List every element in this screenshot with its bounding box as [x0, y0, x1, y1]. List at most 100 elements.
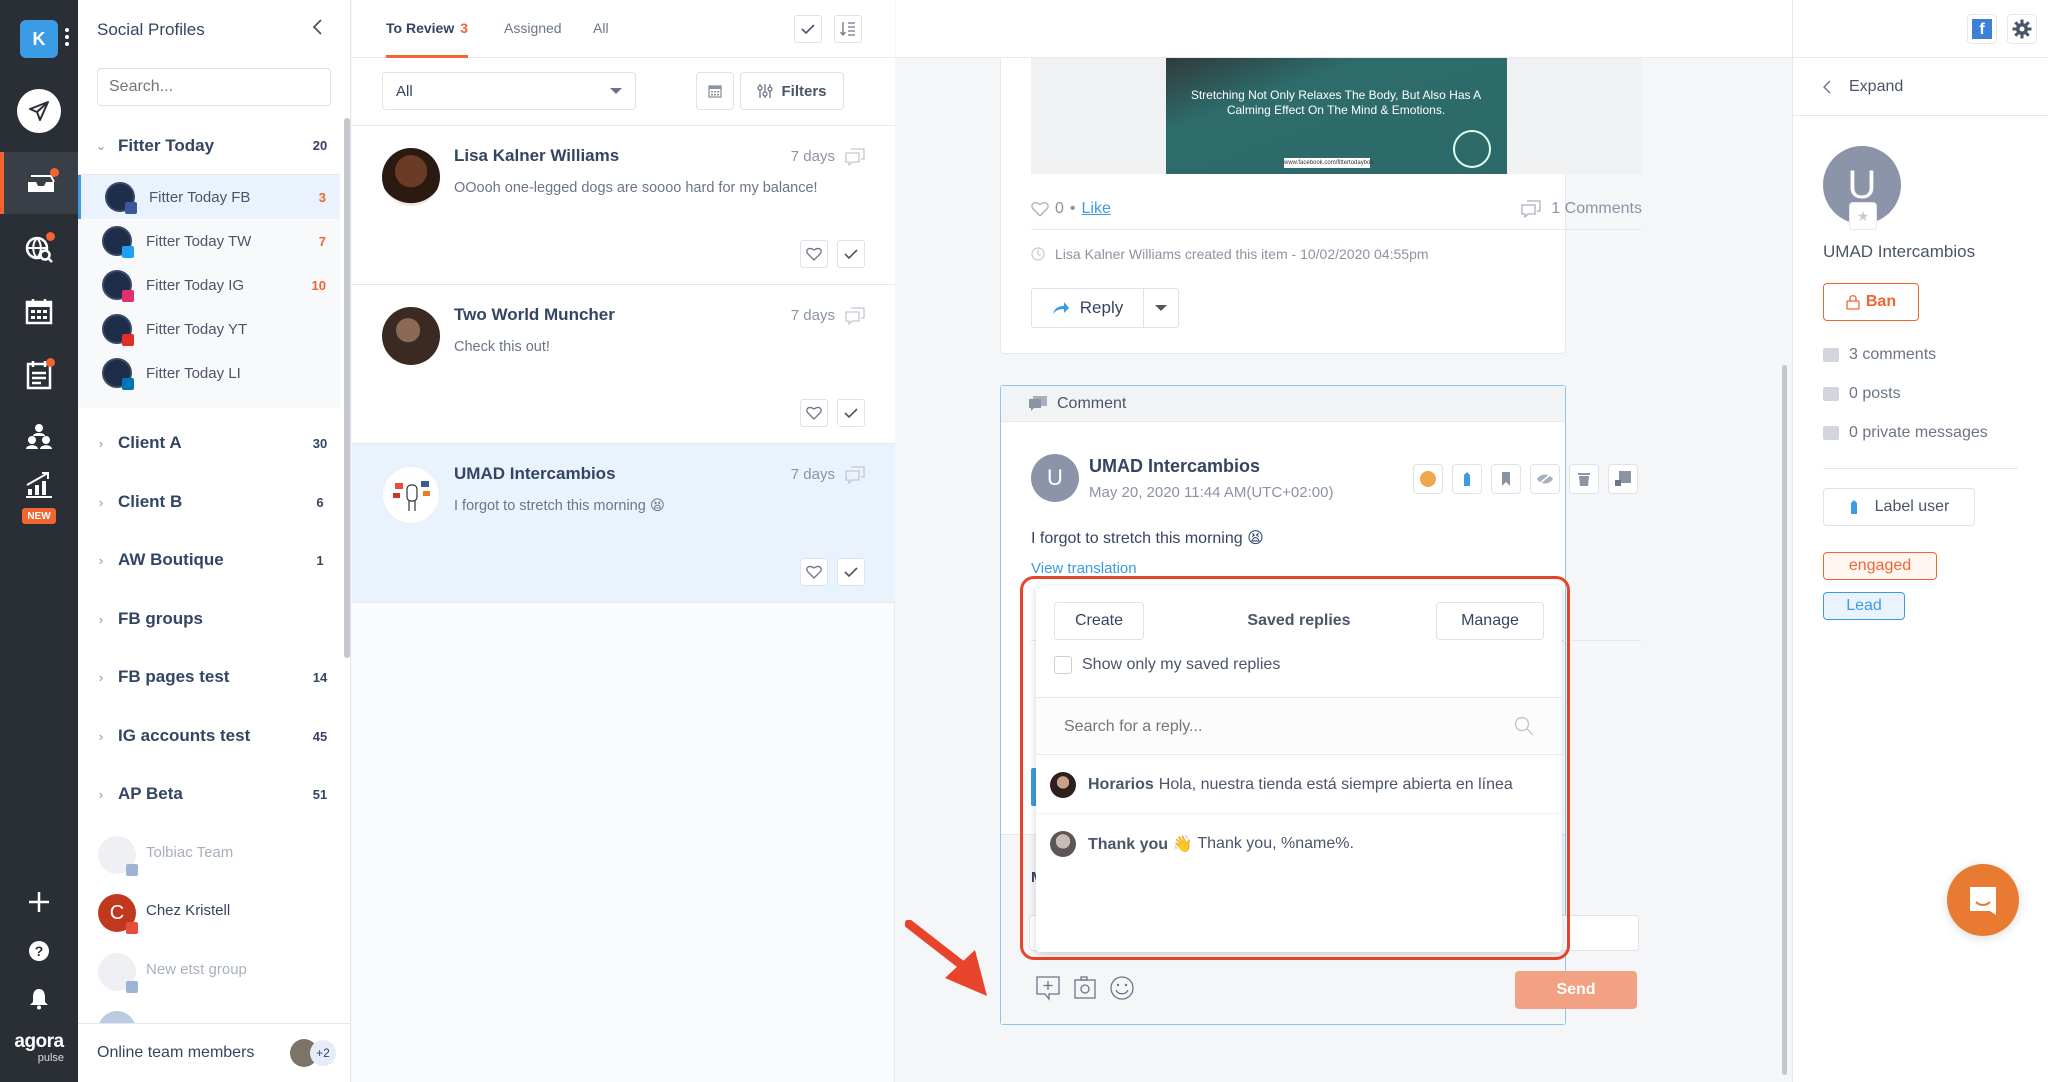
group-item[interactable]: › AP Beta 51 [78, 765, 340, 823]
sidebar-scrollbar[interactable] [344, 118, 350, 658]
view-translation-link[interactable]: View translation [1031, 560, 1137, 577]
profile-item[interactable]: Fitter Today IG 10 [78, 263, 340, 307]
rail-publish[interactable] [0, 80, 78, 142]
inbox-item[interactable]: UMAD Intercambios I forgot to stretch th… [352, 444, 895, 603]
inbox-tabs: To Review 3 Assigned All [352, 0, 895, 58]
profile-item[interactable]: Tolbiac Team [78, 824, 340, 882]
check-icon [844, 567, 858, 578]
chevron-right-icon: › [98, 669, 104, 685]
chat-icon [1970, 887, 1996, 915]
inbox-item[interactable]: Lisa Kalner Williams OOooh one-legged do… [352, 126, 895, 285]
post-image[interactable]: Stretching Not Only Relaxes The Body, Bu… [1166, 58, 1507, 174]
label-button[interactable] [1452, 464, 1482, 494]
profile-item[interactable] [78, 999, 340, 1023]
show-only-mine-checkbox[interactable]: Show only my saved replies [1054, 656, 1280, 674]
saved-reply-search [1036, 697, 1562, 755]
rail-inbox[interactable] [0, 152, 78, 214]
support-chat-button[interactable] [1947, 864, 2019, 936]
like-link[interactable]: Like [1082, 200, 1111, 218]
rail-team[interactable] [0, 406, 78, 468]
label-user-button[interactable]: Label user [1823, 488, 1975, 526]
sort-button[interactable] [834, 15, 862, 43]
sentiment-button[interactable] [1413, 464, 1443, 494]
rail-reports[interactable] [0, 460, 78, 508]
bell-icon[interactable] [29, 988, 49, 1010]
search-icon [1514, 716, 1534, 736]
add-icon[interactable] [27, 890, 51, 914]
label-tag-icon [1464, 472, 1470, 486]
camera-icon[interactable] [1073, 976, 1097, 1000]
account-menu-icon[interactable] [64, 28, 70, 50]
filters-button[interactable]: Filters [740, 72, 844, 110]
check-icon [844, 249, 858, 260]
comment-author-avatar[interactable]: U [1031, 454, 1079, 502]
filter-select[interactable]: All [382, 72, 636, 110]
emoji-icon[interactable] [1109, 975, 1135, 1001]
saved-replies-popup: Saved replies Create Manage Show only my… [1036, 586, 1562, 952]
manage-saved-replies-button[interactable]: Manage [1436, 602, 1544, 640]
comment-author[interactable]: UMAD Intercambios [1089, 456, 1260, 477]
group-item[interactable]: › AW Boutique 1 [78, 531, 340, 589]
linkedin-icon [122, 378, 134, 390]
bookmark-button[interactable] [1491, 464, 1521, 494]
saved-reply-search-input[interactable] [1064, 712, 1484, 742]
saved-reply-item[interactable]: Horarios Hola, nuestra tienda está siempr… [1036, 756, 1562, 814]
online-team-members[interactable]: Online team members +2 [78, 1023, 350, 1082]
content-scrollbar[interactable] [1782, 365, 1787, 1075]
profile-item[interactable]: Fitter Today YT [78, 307, 340, 351]
profile-item[interactable]: Fitter Today FB 3 [78, 175, 340, 219]
help-icon[interactable]: ? [29, 941, 49, 961]
tab-to-review[interactable]: To Review 3 [386, 20, 468, 58]
instagram-icon [122, 290, 134, 302]
hide-button[interactable] [1530, 464, 1560, 494]
group-item[interactable]: › FB groups [78, 590, 340, 648]
assign-button[interactable] [1608, 464, 1638, 494]
profile-item[interactable]: Fitter Today LI [78, 351, 340, 395]
group-item[interactable]: › IG accounts test 45 [78, 707, 340, 765]
saved-replies-icon[interactable] [1035, 975, 1061, 1001]
checkbox[interactable] [1054, 656, 1072, 674]
like-button[interactable] [800, 240, 828, 268]
facebook-profile-button[interactable]: f [1967, 14, 1997, 44]
profile-item[interactable]: C Chez Kristell [78, 882, 340, 940]
reports-icon [26, 472, 52, 498]
create-saved-reply-button[interactable]: Create [1054, 602, 1144, 640]
rail-calendar[interactable] [0, 280, 78, 342]
collapse-sidebar-icon[interactable] [311, 18, 323, 36]
mark-reviewed-button[interactable] [837, 558, 865, 586]
account-avatar[interactable]: K [20, 20, 58, 58]
comments-count[interactable]: 1 Comments [1551, 200, 1642, 218]
reply-options-dropdown[interactable] [1144, 289, 1178, 327]
like-button[interactable] [800, 558, 828, 586]
send-button[interactable]: Send [1515, 971, 1637, 1009]
rail-listening[interactable] [0, 218, 78, 280]
group-item[interactable]: › Client A 30 [78, 414, 340, 472]
rail-tasks[interactable] [0, 344, 78, 406]
ban-button[interactable]: Ban [1823, 283, 1919, 321]
star-icon[interactable]: ★ [1849, 202, 1877, 230]
inbox-item[interactable]: Two World Muncher Check this out! 7 days [352, 285, 895, 444]
mark-reviewed-button[interactable] [837, 240, 865, 268]
date-filter-button[interactable] [696, 72, 734, 110]
expand-button[interactable]: Expand [1793, 58, 2048, 116]
tab-all[interactable]: All [593, 20, 609, 58]
like-button[interactable] [800, 399, 828, 427]
tab-assigned[interactable]: Assigned [504, 20, 562, 58]
reply-button[interactable]: Reply [1032, 289, 1144, 327]
profile-item[interactable]: Fitter Today TW 7 [78, 219, 340, 263]
review-all-button[interactable] [794, 15, 822, 43]
user-label-tag[interactable]: Lead [1823, 592, 1905, 620]
settings-button[interactable] [2007, 14, 2037, 44]
profile-item[interactable]: New etst group [78, 941, 340, 999]
group-item[interactable]: › FB pages test 14 [78, 648, 340, 706]
mark-reviewed-button[interactable] [837, 399, 865, 427]
chevron-right-icon: › [98, 552, 104, 568]
delete-button[interactable] [1569, 464, 1599, 494]
user-label-tag[interactable]: engaged [1823, 552, 1937, 580]
saved-reply-item[interactable]: Thank you 👋 Thank you, %name%. [1036, 815, 1562, 873]
heart-icon [806, 565, 822, 579]
profile-search-input[interactable] [97, 68, 331, 106]
posts-icon [1823, 387, 1839, 401]
group-item[interactable]: › Client B6 [78, 473, 340, 531]
group-fitter-today[interactable]: ⌄ Fitter Today 20 [78, 117, 340, 175]
